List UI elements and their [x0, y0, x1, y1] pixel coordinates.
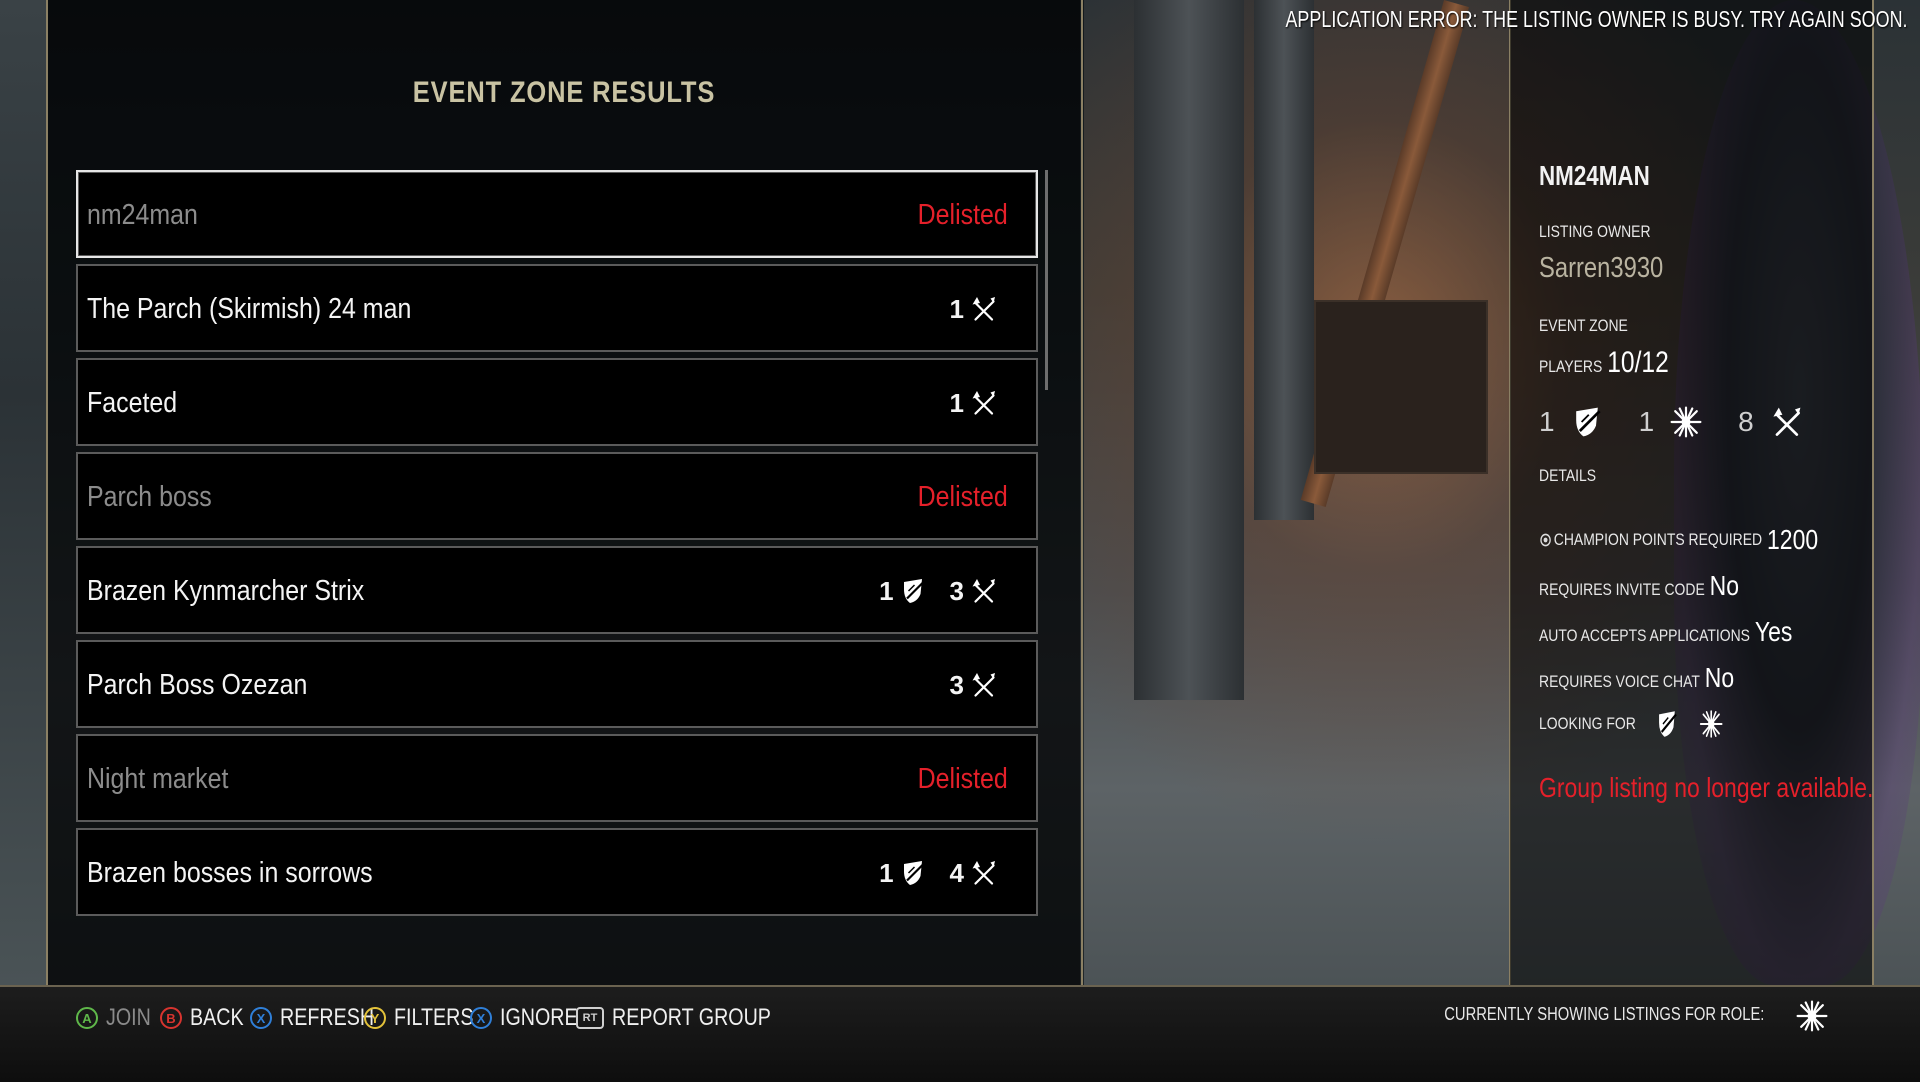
- listing-row[interactable]: Brazen Kynmarcher Strix 1 3: [76, 546, 1038, 634]
- back-button[interactable]: B BACK: [160, 1001, 255, 1035]
- champion-point-icon: [1540, 533, 1551, 547]
- listing-status: Delisted: [917, 763, 1008, 795]
- auto-accept-label: AUTO ACCEPTS APPLICATIONS: [1539, 626, 1750, 645]
- listing-name: Parch Boss Ozezan: [87, 669, 308, 701]
- control-label: IGNORE: [500, 1004, 578, 1031]
- panel-title: EVENT ZONE RESULTS: [412, 76, 716, 109]
- damage-dealer-icon: [972, 579, 995, 603]
- role-count: 4: [949, 857, 964, 888]
- players-label: PLAYERS: [1539, 357, 1603, 376]
- event-zone-label: EVENT ZONE: [1539, 316, 1628, 335]
- listing-row[interactable]: Brazen bosses in sorrows 1 4: [76, 828, 1038, 916]
- invite-code-row: REQUIRES INVITE CODE No: [1539, 570, 1739, 602]
- listing-roles: 13: [879, 576, 998, 606]
- voice-chat-label: REQUIRES VOICE CHAT: [1539, 672, 1700, 691]
- role-counts: 1 1 8: [1539, 404, 1828, 440]
- controller-button-icon: RT: [576, 1007, 604, 1029]
- listing-owner-label: LISTING OWNER: [1539, 222, 1651, 241]
- listing-owner-name: Sarren3930: [1539, 252, 1664, 284]
- controller-button-icon: X: [250, 1007, 272, 1029]
- tank-shield-icon: [903, 579, 924, 603]
- list-scrollbar[interactable]: [1045, 170, 1048, 390]
- role-count: 1: [949, 293, 964, 324]
- control-label: FILTERS: [394, 1004, 474, 1031]
- role-count: 1: [949, 387, 964, 418]
- application-error-banner: APPLICATION ERROR: THE LISTING OWNER IS …: [1285, 6, 1908, 32]
- champion-points-label: CHAMPION POINTS REQUIRED: [1553, 530, 1763, 549]
- looking-for-label: LOOKING FOR: [1539, 714, 1636, 733]
- listing-name: nm24man: [87, 199, 198, 231]
- details-label: DETAILS: [1539, 466, 1597, 485]
- scene-left-strip: [0, 0, 48, 985]
- listing-name: Brazen Kynmarcher Strix: [87, 575, 365, 607]
- listing-name: The Parch (Skirmish) 24 man: [87, 293, 412, 325]
- controller-button-icon: X: [470, 1007, 492, 1029]
- listing-status: Delisted: [917, 481, 1008, 513]
- players-value: 10/12: [1607, 346, 1669, 379]
- role-count: 3: [949, 575, 964, 606]
- listing-roles: 1: [950, 388, 998, 418]
- listing-row[interactable]: Parch boss Delisted: [76, 452, 1038, 540]
- voice-chat-value: No: [1704, 662, 1735, 693]
- listing-roles: 3: [950, 670, 998, 700]
- scene-pillar: [1134, 0, 1244, 700]
- listing-name: Faceted: [87, 387, 178, 419]
- listing-row[interactable]: Parch Boss Ozezan 3: [76, 640, 1038, 728]
- current-role-label: CURRENTLY SHOWING LISTINGS FOR ROLE:: [1443, 1004, 1764, 1024]
- listing-name: Brazen bosses in sorrows: [87, 857, 373, 889]
- listing-name: Parch boss: [87, 481, 212, 513]
- report-group-button[interactable]: RT REPORT GROUP: [576, 1001, 806, 1035]
- champion-points-row: CHAMPION POINTS REQUIRED 1200: [1539, 524, 1818, 556]
- role-count: 3: [949, 669, 964, 700]
- healer-star-icon: [1670, 406, 1702, 438]
- damage-dealer-icon: [972, 673, 995, 697]
- damage-dealer-icon: [972, 391, 995, 415]
- role-count: 1: [879, 575, 894, 606]
- controller-button-icon: A: [76, 1007, 98, 1029]
- panel-divider-left: [1081, 0, 1083, 985]
- listing-status: Delisted: [917, 199, 1008, 231]
- damage-dealer-icon: [972, 861, 995, 885]
- listing-detail-panel: NM24MAN LISTING OWNER Sarren3930 EVENT Z…: [1510, 0, 1874, 985]
- role-count: 8: [1738, 406, 1754, 437]
- control-label: REFRESH: [280, 1004, 375, 1031]
- control-label: BACK: [190, 1004, 244, 1031]
- role-count: 1: [879, 857, 894, 888]
- control-label: REPORT GROUP: [612, 1004, 771, 1031]
- listing-roles: 1: [950, 294, 998, 324]
- invite-code-value: No: [1709, 570, 1740, 601]
- auto-accept-value: Yes: [1754, 616, 1793, 647]
- join-button[interactable]: A JOIN: [76, 1001, 161, 1035]
- looking-for-row: LOOKING FOR: [1539, 708, 1724, 740]
- controller-button-icon: B: [160, 1007, 182, 1029]
- listing-list: nm24man Delisted The Parch (Skirmish) 24 m…: [76, 170, 1038, 922]
- invite-code-label: REQUIRES INVITE CODE: [1539, 580, 1705, 599]
- healer-star-icon[interactable]: [1794, 998, 1830, 1034]
- healer-star-icon: [1699, 710, 1723, 738]
- listing-row[interactable]: nm24man Delisted: [76, 170, 1038, 258]
- panel-divider-edge: [1872, 0, 1874, 985]
- scene-market-stall: [1314, 300, 1488, 474]
- voice-chat-row: REQUIRES VOICE CHAT No: [1539, 662, 1734, 694]
- listing-row[interactable]: Night market Delisted: [76, 734, 1038, 822]
- listing-unavailable-message: Group listing no longer available.: [1539, 772, 1874, 803]
- listing-row[interactable]: Faceted 1: [76, 358, 1038, 446]
- listing-name: Night market: [87, 763, 229, 795]
- tank-shield-icon: [1659, 711, 1677, 737]
- role-count: 1: [1539, 406, 1555, 437]
- controller-button-icon: Y: [364, 1007, 386, 1029]
- scene-pillar: [1254, 0, 1314, 520]
- auto-accept-row: AUTO ACCEPTS APPLICATIONS Yes: [1539, 616, 1792, 648]
- players-row: PLAYERS 10/12: [1539, 346, 1669, 380]
- control-label: JOIN: [106, 1004, 151, 1031]
- listing-roles: 14: [879, 858, 998, 888]
- damage-dealer-icon: [972, 297, 995, 321]
- listing-title: NM24MAN: [1539, 160, 1650, 191]
- champion-points-value: 1200: [1767, 524, 1819, 555]
- damage-dealer-icon: [1773, 407, 1801, 436]
- listing-row[interactable]: The Parch (Skirmish) 24 man 1: [76, 264, 1038, 352]
- tank-shield-icon: [1575, 407, 1601, 437]
- tank-shield-icon: [903, 861, 924, 885]
- role-count: 1: [1638, 406, 1655, 437]
